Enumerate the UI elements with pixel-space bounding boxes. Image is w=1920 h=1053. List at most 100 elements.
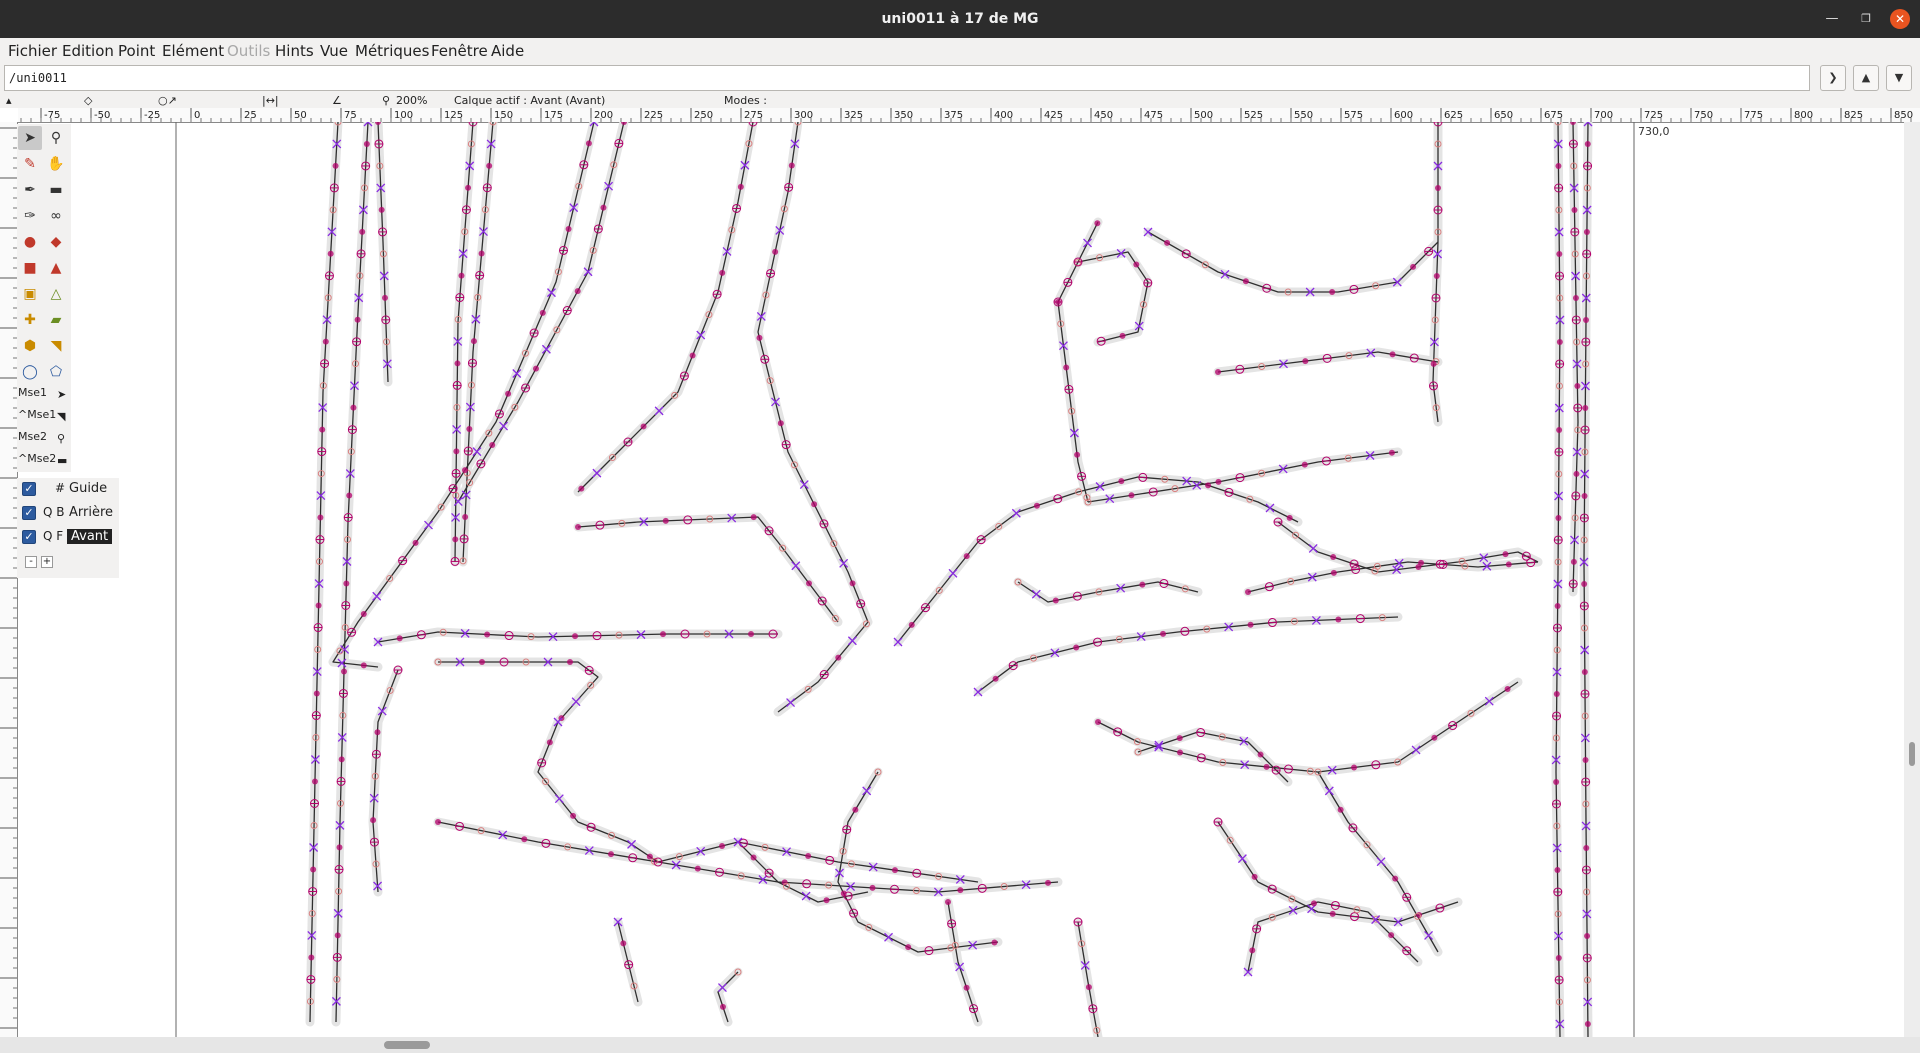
on-curve-point xyxy=(1581,492,1588,499)
on-curve-point xyxy=(905,944,912,951)
rotate-tool-icon[interactable]: △ xyxy=(44,282,68,306)
pen-tool-icon[interactable]: ✑ xyxy=(18,204,42,228)
menu-fenetre[interactable]: Fenêtre xyxy=(431,42,488,60)
pointer-tool-icon[interactable]: ➤ xyxy=(18,126,42,150)
previous-glyph-button[interactable]: ▲ xyxy=(1853,65,1879,91)
on-curve-point xyxy=(756,334,763,341)
layer-row-fore[interactable]: ✓ Q F Avant xyxy=(17,526,119,548)
menu-vue[interactable]: Vue xyxy=(320,42,348,60)
close-icon[interactable]: ✕ xyxy=(1890,9,1910,29)
vertical-scrollbar[interactable] xyxy=(1904,122,1920,1037)
on-curve-point xyxy=(1389,351,1396,358)
ruler-tool-icon[interactable]: ▬ xyxy=(44,178,68,202)
ruler-label: 700 xyxy=(1594,110,1613,121)
horizontal-ruler[interactable]: -75 -50 -25 0 25 50 75 100 125 150 175 200 225 250 275… xyxy=(18,108,1920,123)
title-bar: uni0011 à 17 de MG — ❐ ✕ xyxy=(0,0,1920,38)
on-curve-point xyxy=(963,984,970,991)
glyph-canvas[interactable] xyxy=(18,122,1904,1037)
on-curve-point xyxy=(719,1003,726,1010)
on-curve-point xyxy=(811,501,818,508)
layer-fore-checkbox[interactable]: ✓ xyxy=(22,530,36,544)
minimize-icon[interactable]: — xyxy=(1822,9,1842,29)
ruler-label: 525 xyxy=(1244,110,1263,121)
menu-fichier[interactable]: Fichier xyxy=(8,42,57,60)
on-curve-point xyxy=(1139,581,1146,588)
tangent-point-tool-icon[interactable]: ▲ xyxy=(44,256,68,280)
spiro-tool-icon[interactable]: ∞ xyxy=(44,204,68,228)
ruler-label: 100 xyxy=(394,110,413,121)
on-curve-point xyxy=(1215,478,1222,485)
skew-tool-icon[interactable]: ▰ xyxy=(44,308,68,332)
on-curve-point xyxy=(1583,228,1590,235)
on-curve-point xyxy=(412,539,419,546)
distance-marker-icon: ○↗ xyxy=(158,94,177,107)
on-curve-point xyxy=(465,184,472,191)
ruler-label: -75 xyxy=(44,110,60,121)
on-curve-point xyxy=(1128,492,1135,499)
ruler-label: 825 xyxy=(1844,110,1863,121)
knife-tool-icon[interactable]: ✒ xyxy=(18,178,42,202)
scale-tool-icon[interactable]: ▣ xyxy=(18,282,42,306)
3d-rotate-tool-icon[interactable]: ⬢ xyxy=(18,334,42,358)
ellipse-tool-icon[interactable]: ◯ xyxy=(18,360,42,384)
magnify-tool-icon[interactable]: ⚲ xyxy=(44,126,68,150)
menu-point[interactable]: Point xyxy=(118,42,155,60)
ruler-label: 600 xyxy=(1394,110,1413,121)
on-curve-point xyxy=(466,426,473,433)
layer-back-checkbox[interactable]: ✓ xyxy=(22,506,36,520)
vertical-ruler[interactable] xyxy=(0,122,18,1037)
on-curve-point xyxy=(1505,561,1512,568)
hand-tool-icon[interactable]: ✋ xyxy=(44,152,68,176)
layer-row-guide[interactable]: ✓ # Guide xyxy=(17,478,119,500)
menu-edition[interactable]: Edition xyxy=(62,42,114,60)
mouse-ctrl-2-tool-icon: ▬ xyxy=(57,454,68,467)
on-curve-point xyxy=(461,467,468,474)
ruler-label: 675 xyxy=(1544,110,1563,121)
on-curve-point xyxy=(1215,369,1221,375)
pencil-tool-icon[interactable]: ✎ xyxy=(18,152,42,176)
on-curve-point xyxy=(1118,478,1125,485)
horizontal-scrollbar[interactable] xyxy=(0,1037,1920,1053)
on-curve-point xyxy=(381,294,388,301)
hv-curve-point-tool-icon[interactable]: ◆ xyxy=(44,230,68,254)
on-curve-point xyxy=(1555,514,1562,521)
on-curve-point xyxy=(1074,451,1081,458)
on-curve-point xyxy=(1388,932,1395,939)
on-curve-point xyxy=(1176,735,1183,742)
menu-hints[interactable]: Hints xyxy=(275,42,314,60)
hint-shadow xyxy=(573,122,758,497)
corner-point-tool-icon[interactable]: ■ xyxy=(18,256,42,280)
polygon-tool-icon[interactable]: ⬠ xyxy=(44,360,68,384)
ruler-label: 425 xyxy=(1044,110,1063,121)
on-curve-point xyxy=(1555,954,1562,961)
remove-layer-button[interactable]: - xyxy=(25,556,37,568)
on-curve-point xyxy=(343,580,350,587)
on-curve-point xyxy=(489,441,496,448)
on-curve-point xyxy=(484,631,491,638)
chevron-down-icon[interactable]: ❯ xyxy=(1820,65,1846,91)
on-curve-point xyxy=(567,659,573,665)
flip-tool-icon[interactable]: ✚ xyxy=(18,308,42,332)
menu-aide[interactable]: Aide xyxy=(491,42,524,60)
maximize-icon[interactable]: ❐ xyxy=(1856,9,1876,29)
add-layer-button[interactable]: + xyxy=(41,556,53,568)
curve-point-tool-icon[interactable]: ● xyxy=(18,230,42,254)
on-curve-point xyxy=(957,887,964,894)
on-curve-point xyxy=(1583,316,1590,323)
on-curve-point xyxy=(470,338,477,345)
layer-row-back[interactable]: ✓ Q B Arrière xyxy=(17,502,119,524)
layer-guide-checkbox[interactable]: ✓ xyxy=(22,482,36,496)
vertical-scroll-thumb[interactable] xyxy=(1909,742,1915,766)
modes-label: Modes : xyxy=(724,94,767,107)
next-glyph-button[interactable]: ▼ xyxy=(1886,65,1912,91)
menu-element[interactable]: Elément xyxy=(162,42,224,60)
menu-metriques[interactable]: Métriques xyxy=(355,42,429,60)
perspective-tool-icon[interactable]: ◥ xyxy=(44,334,68,358)
horizontal-scroll-thumb[interactable] xyxy=(384,1041,430,1049)
glyph-path-input[interactable] xyxy=(4,65,1810,91)
on-curve-point xyxy=(945,899,951,905)
layer-fore-name: Avant xyxy=(67,529,113,544)
on-curve-point xyxy=(772,248,779,255)
on-curve-point xyxy=(346,492,353,499)
on-curve-point xyxy=(737,183,744,190)
